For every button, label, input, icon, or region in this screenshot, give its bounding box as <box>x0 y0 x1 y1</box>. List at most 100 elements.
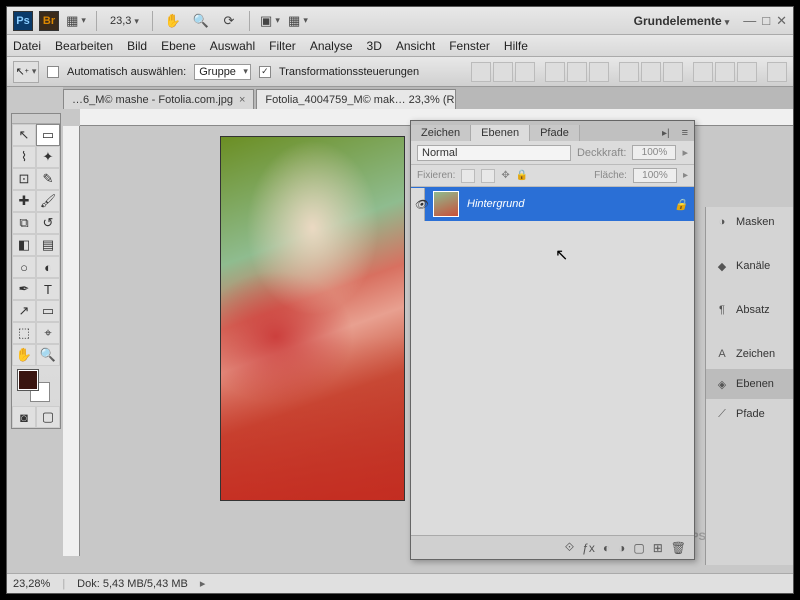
fill-value[interactable]: 100% <box>633 168 677 183</box>
dock-absatz[interactable]: ¶Absatz <box>706 295 793 325</box>
menu-hilfe[interactable]: Hilfe <box>504 39 528 53</box>
panel-tab-pfade[interactable]: Pfade <box>530 125 580 141</box>
hand-tool[interactable]: ✋ <box>12 344 36 366</box>
panel-tab-ebenen[interactable]: Ebenen <box>471 125 530 141</box>
menu-3d[interactable]: 3D <box>367 39 382 53</box>
document-tab[interactable]: Fotolia_4004759_M© mak… 23,3% (RGB/8)…× <box>256 89 456 109</box>
link-layers-icon[interactable]: ⟐ <box>565 540 574 555</box>
new-layer-icon[interactable]: ⊞ <box>653 541 663 555</box>
screen-mode-dropdown[interactable]: ▣ <box>259 11 281 31</box>
menu-filter[interactable]: Filter <box>269 39 296 53</box>
vertical-ruler[interactable] <box>63 126 80 556</box>
align-icon[interactable] <box>589 62 609 82</box>
rotate-view-icon[interactable]: ⟳ <box>218 11 240 31</box>
3d-tool[interactable]: ⬚ <box>12 322 36 344</box>
minimize-icon[interactable]: — <box>743 13 756 29</box>
bridge-logo-icon[interactable]: Br <box>39 11 59 31</box>
fill-flyout-icon[interactable]: ▸ <box>683 170 688 181</box>
group-icon[interactable]: ▢ <box>633 541 644 555</box>
menu-bild[interactable]: Bild <box>127 39 147 53</box>
zoom-tool[interactable]: 🔍 <box>36 344 60 366</box>
align-icon[interactable] <box>545 62 565 82</box>
distribute-icon[interactable] <box>663 62 683 82</box>
current-tool-icon[interactable]: ↖+ <box>13 61 39 83</box>
eyedropper-tool[interactable]: ✎ <box>36 168 60 190</box>
lasso-tool[interactable]: ⌇ <box>12 146 36 168</box>
layer-thumbnail[interactable] <box>433 191 459 217</box>
status-arrow-icon[interactable]: ▸ <box>200 577 206 590</box>
auto-select-dropdown[interactable]: Gruppe <box>194 64 251 80</box>
zoom-tool-icon[interactable]: 🔍 <box>190 11 212 31</box>
restore-icon[interactable]: □ <box>762 13 770 29</box>
history-brush-tool[interactable]: ↺ <box>36 212 60 234</box>
dock-pfade[interactable]: ⟋Pfade <box>706 399 793 429</box>
align-icon[interactable] <box>493 62 513 82</box>
menu-auswahl[interactable]: Auswahl <box>210 39 255 53</box>
quick-select-tool[interactable]: ✦ <box>36 146 60 168</box>
menu-ebene[interactable]: Ebene <box>161 39 196 53</box>
pen-tool[interactable]: ✒ <box>12 278 36 300</box>
menu-datei[interactable]: Datei <box>13 39 41 53</box>
lock-all-icon[interactable]: 🔒 <box>516 170 528 181</box>
status-zoom[interactable]: 23,28% <box>13 578 50 590</box>
zoom-dropdown[interactable]: 23,3 <box>106 15 143 27</box>
quickmask-tool[interactable]: ◙ <box>12 406 36 428</box>
hand-tool-icon[interactable]: ✋ <box>162 11 184 31</box>
dodge-tool[interactable]: ◐ <box>36 256 60 278</box>
document-tab[interactable]: …6_M© mashe - Fotolia.com.jpg× <box>63 89 254 109</box>
foreground-color-swatch[interactable] <box>18 370 38 390</box>
adjustment-layer-icon[interactable]: ◑ <box>618 541 625 555</box>
workspace-switcher[interactable]: Grundelemente <box>626 11 738 31</box>
layer-row[interactable]: 👁 Hintergrund 🔒 <box>411 187 694 221</box>
shape-tool[interactable]: ▭ <box>36 300 60 322</box>
move-tool[interactable]: ↖ <box>12 124 36 146</box>
align-icon[interactable] <box>471 62 491 82</box>
panel-menu-icon[interactable]: ≡ <box>676 125 694 141</box>
auto-align-icon[interactable] <box>767 62 787 82</box>
layer-mask-icon[interactable]: ◐ <box>603 541 610 555</box>
transform-checkbox[interactable]: ✓ <box>259 66 271 78</box>
auto-select-checkbox[interactable] <box>47 66 59 78</box>
dock-kanaele[interactable]: ◆Kanäle <box>706 251 793 281</box>
panel-tab-zeichen[interactable]: Zeichen <box>411 125 471 141</box>
layer-name[interactable]: Hintergrund <box>467 198 524 210</box>
opacity-value[interactable]: 100% <box>632 145 676 160</box>
lock-pixels-icon[interactable] <box>481 169 495 183</box>
stamp-tool[interactable]: ⧉ <box>12 212 36 234</box>
layer-style-icon[interactable]: ƒx <box>582 541 595 555</box>
dock-masken[interactable]: ◑Masken <box>706 207 793 237</box>
3d-camera-tool[interactable]: ⌖ <box>36 322 60 344</box>
layer-list[interactable]: 👁 Hintergrund 🔒 <box>411 187 694 535</box>
dock-zeichen[interactable]: AZeichen <box>706 339 793 369</box>
color-swatches[interactable] <box>12 366 60 406</box>
panel-collapse-icon[interactable]: ▸| <box>656 126 676 141</box>
blend-mode-dropdown[interactable]: Normal <box>417 145 571 161</box>
menu-ansicht[interactable]: Ansicht <box>396 39 435 53</box>
distribute-icon[interactable] <box>715 62 735 82</box>
blur-tool[interactable]: ○ <box>12 256 36 278</box>
menu-bearbeiten[interactable]: Bearbeiten <box>55 39 113 53</box>
delete-layer-icon[interactable]: 🗑 <box>671 541 686 555</box>
dock-ebenen[interactable]: ◈Ebenen <box>706 369 793 399</box>
visibility-icon[interactable]: 👁 <box>411 188 425 221</box>
layout-dropdown[interactable]: ▦ <box>65 11 87 31</box>
distribute-icon[interactable] <box>619 62 639 82</box>
path-select-tool[interactable]: ↗ <box>12 300 36 322</box>
close-icon[interactable]: ✕ <box>776 13 787 29</box>
type-tool[interactable]: T <box>36 278 60 300</box>
distribute-icon[interactable] <box>693 62 713 82</box>
opacity-flyout-icon[interactable]: ▸ <box>682 146 688 159</box>
align-icon[interactable] <box>567 62 587 82</box>
arrange-dropdown[interactable]: ▦ <box>287 11 309 31</box>
distribute-icon[interactable] <box>641 62 661 82</box>
eraser-tool[interactable]: ◧ <box>12 234 36 256</box>
marquee-tool[interactable]: ▭ <box>36 124 60 146</box>
gradient-tool[interactable]: ▤ <box>36 234 60 256</box>
menu-analyse[interactable]: Analyse <box>310 39 353 53</box>
lock-position-icon[interactable]: ✥ <box>501 170 509 181</box>
heal-tool[interactable]: ✚ <box>12 190 36 212</box>
brush-tool[interactable]: 🖌 <box>36 190 60 212</box>
screenmode-tool[interactable]: ▢ <box>36 406 60 428</box>
crop-tool[interactable]: ⊡ <box>12 168 36 190</box>
align-icon[interactable] <box>515 62 535 82</box>
